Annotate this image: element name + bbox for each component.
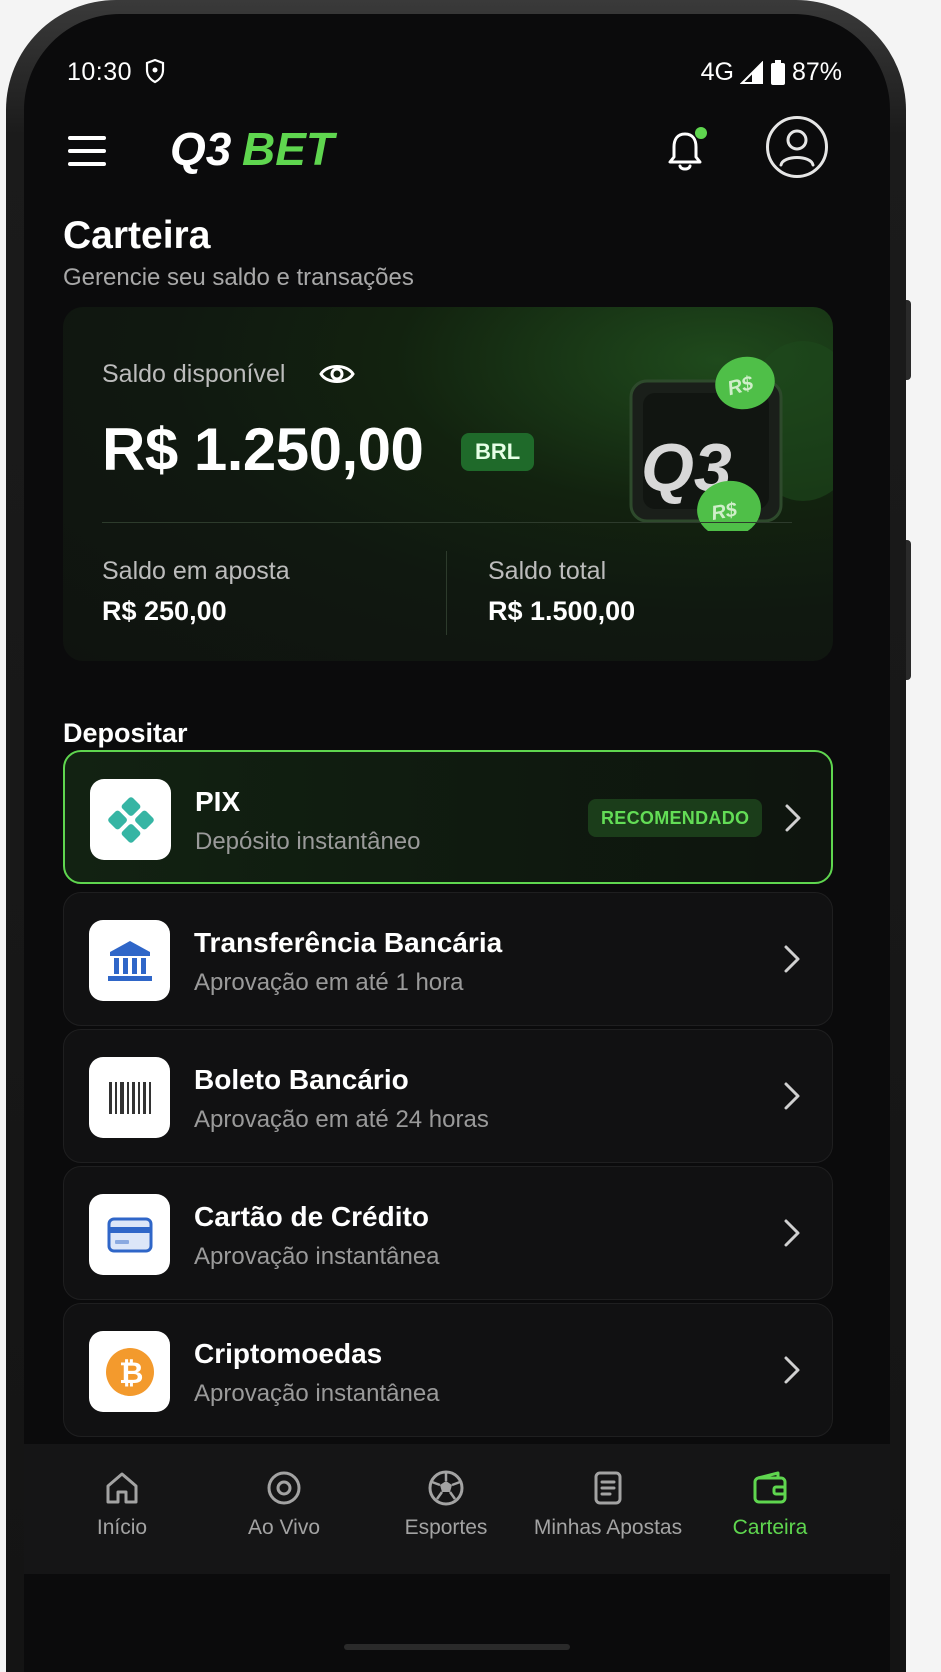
nav-item-my-bets[interactable]: Minhas Apostas [528, 1468, 688, 1540]
deposit-method-credit-card[interactable]: Cartão de Crédito Aprovação instantânea [63, 1166, 833, 1300]
credit-card-icon [107, 1217, 152, 1252]
method-icon-box: ₿ [89, 1331, 170, 1412]
balance-card: Saldo disponível R$ 1.250,00 BRL Q3 R$ R… [63, 307, 833, 661]
battery-icon [770, 59, 785, 85]
total-label: Saldo total [488, 557, 607, 585]
brand-logo[interactable]: Q3 BET [170, 118, 380, 178]
svg-text:BET: BET [242, 123, 338, 175]
deposit-method-boleto[interactable]: Boleto Bancário Aprovação em até 24 hora… [63, 1029, 833, 1163]
deposit-method-bank-transfer[interactable]: Transferência Bancária Aprovação em até … [63, 892, 833, 1026]
chevron-right-icon [784, 1356, 800, 1384]
method-icon-box [89, 1057, 170, 1138]
home-indicator [344, 1644, 570, 1650]
method-icon-box [89, 1194, 170, 1275]
currency-badge: BRL [461, 433, 535, 471]
method-icon-box [90, 779, 171, 860]
status-bar: 10:30 4G 87% [24, 14, 890, 104]
method-subtitle: Aprovação instantânea [194, 1243, 440, 1270]
app-header: Q3 BET [24, 106, 890, 206]
page-subtitle: Gerencie seu saldo e transações [63, 264, 414, 291]
status-right: 4G 87% [701, 58, 842, 87]
menu-icon[interactable] [68, 136, 106, 166]
method-icon-box [89, 920, 170, 1001]
avatar[interactable] [766, 116, 828, 178]
deposit-method-crypto[interactable]: ₿ Criptomoedas Aprovação instantânea [63, 1303, 833, 1437]
notification-dot [695, 127, 707, 139]
chevron-right-icon [785, 804, 801, 832]
barcode-icon [108, 1081, 151, 1114]
phone-body: 10:30 4G 87% Q3 BET Carteira Gerencie se… [6, 0, 906, 1672]
method-subtitle: Depósito instantâneo [195, 828, 421, 855]
live-icon [267, 1471, 301, 1505]
method-title: Criptomoedas [194, 1338, 383, 1369]
network-type: 4G [700, 58, 734, 86]
nav-item-sports[interactable]: Esportes [366, 1468, 526, 1540]
bets-ticket-icon [594, 1471, 622, 1505]
balance-label: Saldo disponível [102, 360, 286, 388]
balance-value: R$ 1.250,00 [102, 416, 424, 483]
shield-icon [145, 58, 165, 84]
nav-item-live[interactable]: Ao Vivo [204, 1468, 364, 1540]
screen: 10:30 4G 87% Q3 BET Carteira Gerencie se… [24, 14, 890, 1672]
deposit-method-pix[interactable]: PIX Depósito instantâneo RECOMENDADO [63, 750, 833, 884]
nav-item-wallet[interactable]: Carteira [690, 1468, 850, 1540]
card-divider [102, 522, 792, 523]
method-subtitle: Aprovação instantânea [194, 1380, 440, 1407]
nav-item-home[interactable]: Início [42, 1468, 202, 1540]
svg-text:₿: ₿ [119, 1357, 143, 1390]
chevron-right-icon [784, 945, 800, 973]
recommended-badge: RECOMENDADO [588, 799, 763, 837]
phone-frame: 10:30 4G 87% Q3 BET Carteira Gerencie se… [0, 0, 941, 1672]
battery-level: 87% [791, 58, 842, 86]
nav-label: Carteira [732, 1516, 808, 1539]
user-icon [779, 129, 815, 167]
bitcoin-icon: ₿ [105, 1347, 154, 1396]
total-value: R$ 1.500,00 [488, 596, 636, 626]
wallet-icon [753, 1471, 787, 1504]
method-subtitle: Aprovação em até 24 horas [194, 1106, 489, 1133]
pix-icon [107, 796, 154, 843]
method-title: Transferência Bancária [194, 927, 503, 958]
bottom-nav: Início Ao Vivo Esportes Minhas Apostas C… [24, 1444, 890, 1574]
deposit-section-title: Depositar [63, 718, 188, 748]
nav-label: Início [96, 1516, 148, 1539]
home-icon [106, 1472, 138, 1504]
page-title: Carteira [63, 214, 211, 257]
bell-icon[interactable] [664, 124, 710, 176]
nav-label: Esportes [404, 1516, 488, 1539]
status-time: 10:30 [67, 58, 133, 86]
method-title: Cartão de Crédito [194, 1201, 429, 1232]
signal-icon [739, 60, 763, 84]
vertical-divider [446, 551, 447, 635]
nav-label: Ao Vivo [248, 1516, 320, 1539]
chevron-right-icon [784, 1219, 800, 1247]
in-bets-label: Saldo em aposta [102, 557, 290, 585]
svg-text:R$: R$ [710, 499, 740, 525]
bank-icon [107, 940, 152, 981]
wallet-illustration: Q3 R$ R$ [629, 341, 833, 531]
svg-text:Q3: Q3 [170, 123, 232, 175]
eye-icon[interactable] [319, 360, 355, 388]
soccer-ball-icon [428, 1470, 464, 1506]
chevron-right-icon [784, 1082, 800, 1110]
method-subtitle: Aprovação em até 1 hora [194, 969, 464, 996]
nav-label: Minhas Apostas [533, 1516, 683, 1539]
method-title: Boleto Bancário [194, 1064, 409, 1095]
method-title: PIX [195, 786, 241, 817]
in-bets-value: R$ 250,00 [102, 596, 227, 626]
